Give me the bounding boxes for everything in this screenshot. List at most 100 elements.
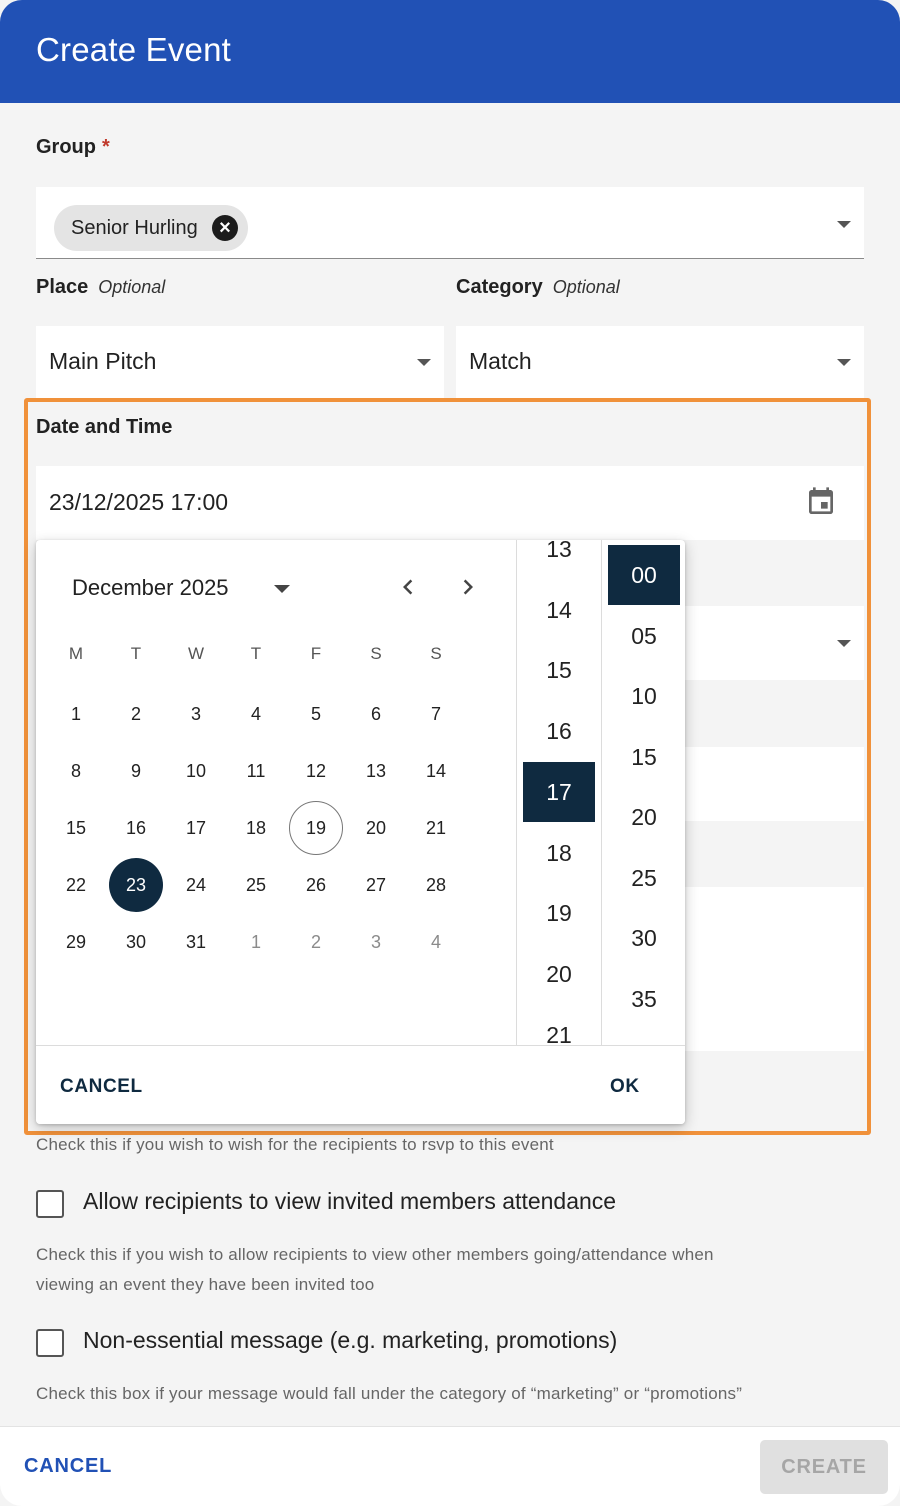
attendance-helper-line1: Check this if you wish to allow recipien… (36, 1245, 714, 1264)
prev-month-icon[interactable] (393, 572, 423, 602)
calendar-day[interactable]: 1 (229, 915, 283, 969)
calendar-day[interactable]: 16 (109, 801, 163, 855)
group-select[interactable]: Senior Hurling × (36, 187, 864, 259)
minute-option[interactable]: 25 (608, 848, 680, 908)
minute-option[interactable]: 30 (608, 908, 680, 968)
calendar-day[interactable]: 23 (109, 858, 163, 912)
weekday-label: T (130, 644, 142, 663)
minute-option[interactable]: 35 (608, 969, 680, 1029)
calendar-day[interactable]: 29 (49, 915, 103, 969)
calendar-day[interactable]: 2 (289, 915, 343, 969)
minute-option[interactable]: 00 (608, 545, 680, 605)
nonessential-checkbox-label[interactable]: Non-essential message (e.g. marketing, p… (83, 1327, 617, 1354)
category-optional: Optional (552, 277, 620, 297)
nonessential-helper-text: Check this box if your message would fal… (36, 1384, 743, 1403)
calendar-day[interactable]: 3 (169, 687, 223, 741)
calendar-day[interactable]: 7 (409, 687, 463, 741)
weekday-label: W (187, 644, 205, 663)
calendar-day[interactable]: 24 (169, 858, 223, 912)
dialog-header: Create Event (0, 0, 900, 103)
calendar-day[interactable]: 1 (49, 687, 103, 741)
place-value: Main Pitch (49, 348, 157, 374)
category-value: Match (469, 348, 532, 374)
place-label-text: Place (36, 276, 89, 298)
dialog-footer: CANCEL CREATE (0, 1426, 900, 1506)
next-month-icon[interactable] (453, 572, 483, 602)
calendar-day[interactable]: 4 (229, 687, 283, 741)
attendance-helper-line2: viewing an event they have been invited … (36, 1275, 375, 1294)
hour-option[interactable]: 15 (523, 640, 595, 700)
hour-option[interactable]: 13 (523, 540, 595, 579)
calendar-day[interactable]: 3 (349, 915, 403, 969)
category-label: Category Optional (456, 276, 620, 299)
calendar-day[interactable]: 19 (289, 801, 343, 855)
minute-option[interactable]: 15 (608, 727, 680, 787)
weekday-label: T (250, 644, 262, 663)
month-dropdown-icon[interactable] (274, 585, 290, 593)
chevron-down-icon[interactable] (837, 221, 851, 228)
attendance-checkbox-label[interactable]: Allow recipients to view invited members… (83, 1188, 616, 1215)
create-event-dialog: Create Event Group * Senior Hurling × Pla… (0, 0, 900, 1506)
weekday-label: F (310, 644, 322, 663)
calendar-day[interactable]: 28 (409, 858, 463, 912)
attendance-checkbox[interactable] (36, 1190, 64, 1218)
minute-option[interactable]: 20 (608, 787, 680, 847)
month-year-label[interactable]: December 2025 (72, 575, 229, 601)
calendar-day[interactable]: 15 (49, 801, 103, 855)
calendar-day[interactable]: 14 (409, 744, 463, 798)
group-chip-label: Senior Hurling (71, 217, 198, 239)
group-label-text: Group (36, 136, 96, 158)
chevron-down-icon[interactable] (837, 359, 851, 366)
place-label: Place Optional (36, 276, 165, 299)
hour-option[interactable]: 19 (523, 883, 595, 943)
chip-remove-icon[interactable]: × (212, 215, 238, 241)
weekday-label: S (370, 644, 382, 663)
calendar-day[interactable]: 8 (49, 744, 103, 798)
calendar-day[interactable]: 5 (289, 687, 343, 741)
calendar-day[interactable]: 12 (289, 744, 343, 798)
weekday-label: M (68, 644, 84, 663)
calendar-day[interactable]: 2 (109, 687, 163, 741)
category-label-text: Category (456, 276, 543, 298)
minutes-divider (601, 540, 602, 1045)
nonessential-checkbox[interactable] (36, 1329, 64, 1357)
calendar-day[interactable]: 20 (349, 801, 403, 855)
calendar-day[interactable]: 6 (349, 687, 403, 741)
category-select[interactable]: Match (456, 326, 864, 398)
calendar-day[interactable]: 13 (349, 744, 403, 798)
hour-option[interactable]: 18 (523, 823, 595, 883)
hour-option[interactable]: 20 (523, 944, 595, 1004)
calendar-day[interactable]: 25 (229, 858, 283, 912)
picker-ok-button[interactable]: OK (610, 1076, 640, 1098)
minute-option[interactable]: 05 (608, 606, 680, 666)
calendar-day[interactable]: 18 (229, 801, 283, 855)
calendar-day[interactable]: 17 (169, 801, 223, 855)
hour-option[interactable]: 14 (523, 580, 595, 640)
hour-option[interactable]: 17 (523, 761, 595, 822)
hour-option[interactable]: 16 (523, 701, 595, 761)
calendar-day[interactable]: 11 (229, 744, 283, 798)
calendar-day[interactable]: 31 (169, 915, 223, 969)
minute-option[interactable]: 10 (608, 666, 680, 726)
calendar-day[interactable]: 22 (49, 858, 103, 912)
calendar-day[interactable]: 4 (409, 915, 463, 969)
place-select[interactable]: Main Pitch (36, 326, 444, 398)
group-chip: Senior Hurling × (54, 205, 248, 251)
cancel-button[interactable]: CANCEL (24, 1455, 112, 1478)
calendar-day[interactable]: 10 (169, 744, 223, 798)
picker-actions: CANCEL OK (36, 1045, 685, 1124)
calendar-day[interactable]: 26 (289, 858, 343, 912)
picker-cancel-button[interactable]: CANCEL (60, 1076, 143, 1098)
chevron-down-icon[interactable] (417, 359, 431, 366)
calendar-day[interactable]: 9 (109, 744, 163, 798)
group-label: Group * (36, 136, 110, 159)
required-mark: * (102, 136, 110, 158)
calendar-day[interactable]: 27 (349, 858, 403, 912)
create-button[interactable]: CREATE (760, 1440, 888, 1494)
calendar-day[interactable]: 30 (109, 915, 163, 969)
weekday-label: S (430, 644, 442, 663)
place-optional: Optional (98, 277, 166, 297)
calendar-day[interactable]: 21 (409, 801, 463, 855)
hours-divider (516, 540, 517, 1045)
datetime-picker: December 2025 MTWTFSS 1 2 3 4 5 6 7 8 9 10 11 12 13 1… (36, 540, 685, 1124)
